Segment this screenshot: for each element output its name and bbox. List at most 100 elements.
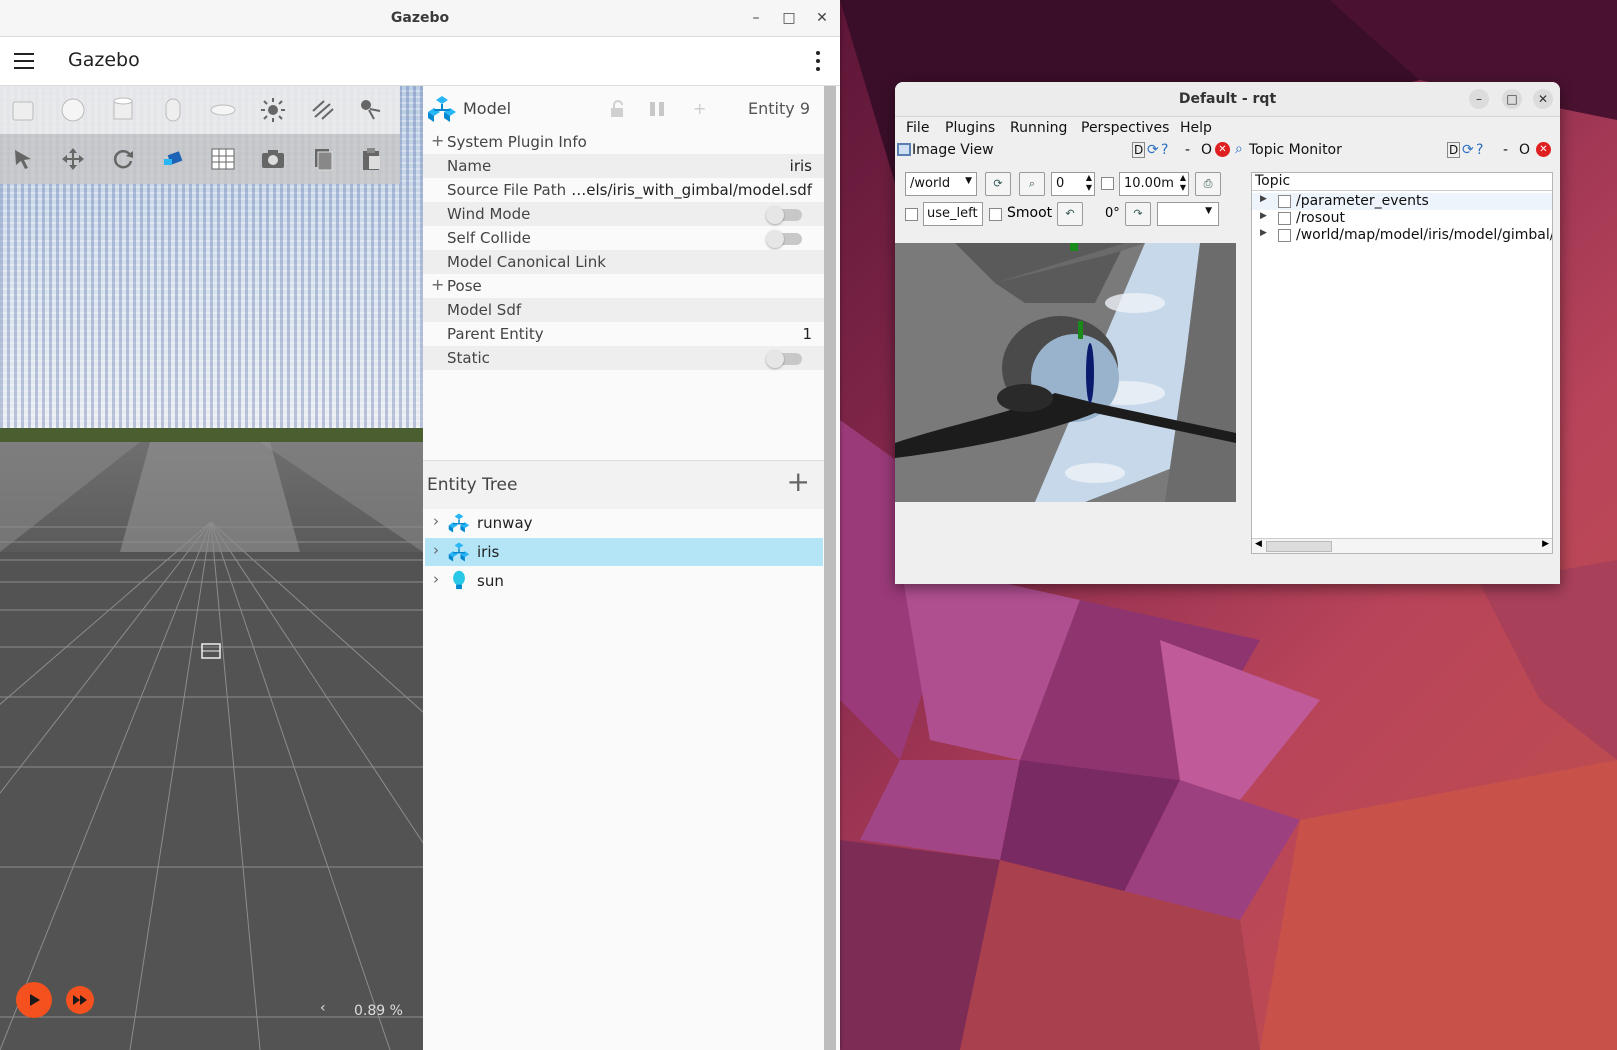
help-icon[interactable]: ? — [1476, 142, 1483, 158]
dock-toggle-button[interactable]: D — [1132, 142, 1146, 158]
reload-icon[interactable]: ⟳ — [1147, 142, 1159, 158]
minimize-icon[interactable]: – — [1469, 89, 1489, 109]
image-view-dock-title: Image View D ⟳ ? - O ✕ — [895, 140, 1245, 162]
help-icon[interactable]: ? — [1161, 142, 1168, 158]
select-arrow-icon[interactable] — [8, 144, 38, 174]
topic-checkbox[interactable] — [1278, 212, 1291, 225]
pause-icon[interactable] — [649, 100, 665, 118]
expand-arrow-icon[interactable]: ▶ — [1260, 194, 1267, 204]
panel-scrollbar[interactable] — [824, 86, 836, 1050]
close-dock-icon[interactable]: ✕ — [1215, 142, 1230, 157]
copy-icon[interactable] — [308, 144, 338, 174]
max-range-spinbox[interactable]: 10.00m ▲ ▼ — [1119, 172, 1189, 196]
menu-plugins[interactable]: Plugins — [945, 120, 995, 136]
topic-checkbox[interactable] — [1278, 229, 1291, 242]
expand-arrow-icon[interactable]: ▶ — [1260, 211, 1267, 221]
step-forward-button[interactable] — [66, 986, 94, 1014]
expand-icon[interactable]: + — [431, 131, 444, 150]
lock-icon[interactable] — [609, 100, 625, 118]
capsule-icon[interactable] — [158, 95, 188, 125]
expand-icon[interactable]: + — [431, 275, 444, 294]
play-button[interactable] — [16, 982, 52, 1018]
spinner-arrows-icon[interactable]: ▲ ▼ — [1180, 173, 1186, 193]
add-entity-button[interactable]: + — [787, 467, 810, 497]
use-left-checkbox[interactable] — [905, 208, 918, 221]
dynamic-range-checkbox[interactable] — [1101, 177, 1114, 190]
paste-icon[interactable] — [356, 144, 386, 174]
menu-file[interactable]: File — [906, 120, 929, 136]
menu-help[interactable]: Help — [1180, 120, 1212, 136]
sphere-icon[interactable] — [58, 95, 88, 125]
ellipsoid-icon[interactable] — [208, 95, 238, 125]
chevron-right-icon[interactable]: › — [433, 541, 439, 559]
cylinder-icon[interactable] — [108, 95, 138, 125]
close-icon[interactable]: ✕ — [1533, 89, 1553, 109]
maximize-icon[interactable]: □ — [779, 8, 799, 28]
component-row-source-file-path: Source File Path …els/iris_with_gimbal/m… — [447, 181, 812, 199]
zoom-fit-button[interactable]: ⌕ — [1019, 172, 1045, 196]
static-toggle[interactable] — [766, 350, 802, 368]
close-icon[interactable]: ✕ — [812, 8, 832, 28]
component-row-parent-entity: Parent Entity 1 — [447, 325, 812, 343]
topic-row[interactable]: ▶ /parameter_events — [1252, 193, 1552, 210]
close-dock-icon[interactable]: ✕ — [1536, 142, 1551, 157]
rotate-left-button[interactable]: ↶ — [1057, 202, 1083, 226]
float-dock-icon[interactable]: O — [1519, 142, 1530, 158]
color-scheme-combobox[interactable]: ▼ — [1157, 202, 1219, 226]
topic-combobox[interactable]: /world ▼ — [905, 172, 977, 196]
wind-mode-toggle[interactable] — [766, 206, 802, 224]
minimize-dock-icon[interactable]: - — [1185, 142, 1190, 158]
reload-icon[interactable]: ⟳ — [1462, 142, 1474, 158]
minimize-icon[interactable]: – — [746, 8, 766, 28]
component-row-system-plugin-info[interactable]: + System Plugin Info — [423, 130, 824, 154]
expand-arrow-icon[interactable]: ▶ — [1260, 228, 1267, 238]
chevron-right-icon[interactable]: › — [433, 570, 439, 588]
topic-row[interactable]: ▶ /world/map/model/iris/model/gimbal/ — [1252, 227, 1552, 244]
stats-collapse-icon[interactable]: ‹ — [320, 1000, 326, 1016]
component-row-pose[interactable]: + Pose — [423, 274, 824, 298]
entity-tree-item-iris[interactable]: › iris — [425, 538, 823, 566]
rotate-icon[interactable] — [108, 144, 138, 174]
dock-toggle-button[interactable]: D — [1447, 142, 1461, 158]
menu-running[interactable]: Running — [1010, 120, 1067, 136]
box-icon[interactable] — [8, 95, 38, 125]
add-component-icon[interactable]: + — [693, 99, 706, 118]
refresh-topics-button[interactable]: ⟳ — [985, 172, 1011, 196]
menu-perspectives[interactable]: Perspectives — [1081, 120, 1169, 136]
self-collide-toggle[interactable] — [766, 230, 802, 248]
light-bulb-icon — [453, 570, 465, 590]
rotation-label: 0° — [1105, 206, 1120, 221]
transform-control-icon[interactable] — [158, 144, 188, 174]
screenshot-camera-icon[interactable] — [258, 144, 288, 174]
chevron-right-icon[interactable]: › — [433, 512, 439, 530]
model-icon — [428, 96, 456, 122]
directional-light-icon[interactable] — [308, 95, 338, 125]
use-left-field[interactable]: use_left — [923, 202, 983, 226]
hamburger-menu-icon[interactable] — [14, 53, 34, 69]
more-options-icon[interactable] — [816, 51, 820, 75]
grid-snap-icon[interactable] — [208, 144, 238, 174]
topic-checkbox[interactable] — [1278, 195, 1291, 208]
save-image-button[interactable]: ⎙ — [1195, 172, 1221, 196]
entity-tree-item-runway[interactable]: › runway — [425, 509, 823, 537]
float-dock-icon[interactable]: O — [1201, 142, 1212, 158]
scrollbar-thumb[interactable] — [1266, 541, 1332, 552]
point-light-icon[interactable] — [258, 95, 288, 125]
dropdown-arrow-icon: ▼ — [1205, 206, 1212, 216]
3d-scene-viewport[interactable] — [0, 86, 423, 1050]
minimize-dock-icon[interactable]: - — [1503, 142, 1508, 158]
gazebo-titlebar[interactable]: Gazebo – □ ✕ — [0, 0, 840, 37]
topic-row[interactable]: ▶ /rosout — [1252, 210, 1552, 227]
rotate-right-button[interactable]: ↷ — [1125, 202, 1151, 226]
zoom-spinbox[interactable]: 0 ▲ ▼ — [1051, 172, 1095, 196]
topic-column-header[interactable]: Topic — [1252, 173, 1552, 191]
spinner-arrows-icon[interactable]: ▲ ▼ — [1086, 173, 1092, 193]
translate-icon[interactable] — [58, 144, 88, 174]
maximize-icon[interactable]: □ — [1502, 89, 1522, 109]
rqt-titlebar[interactable]: Default - rqt – □ ✕ — [895, 82, 1560, 117]
entity-tree-item-sun[interactable]: › sun — [425, 567, 823, 595]
entity-id: Entity 9 — [748, 99, 810, 118]
smooth-checkbox[interactable] — [989, 208, 1002, 221]
horizontal-scrollbar[interactable]: ◀ ▶ — [1252, 538, 1552, 553]
spot-light-icon[interactable] — [356, 95, 386, 125]
